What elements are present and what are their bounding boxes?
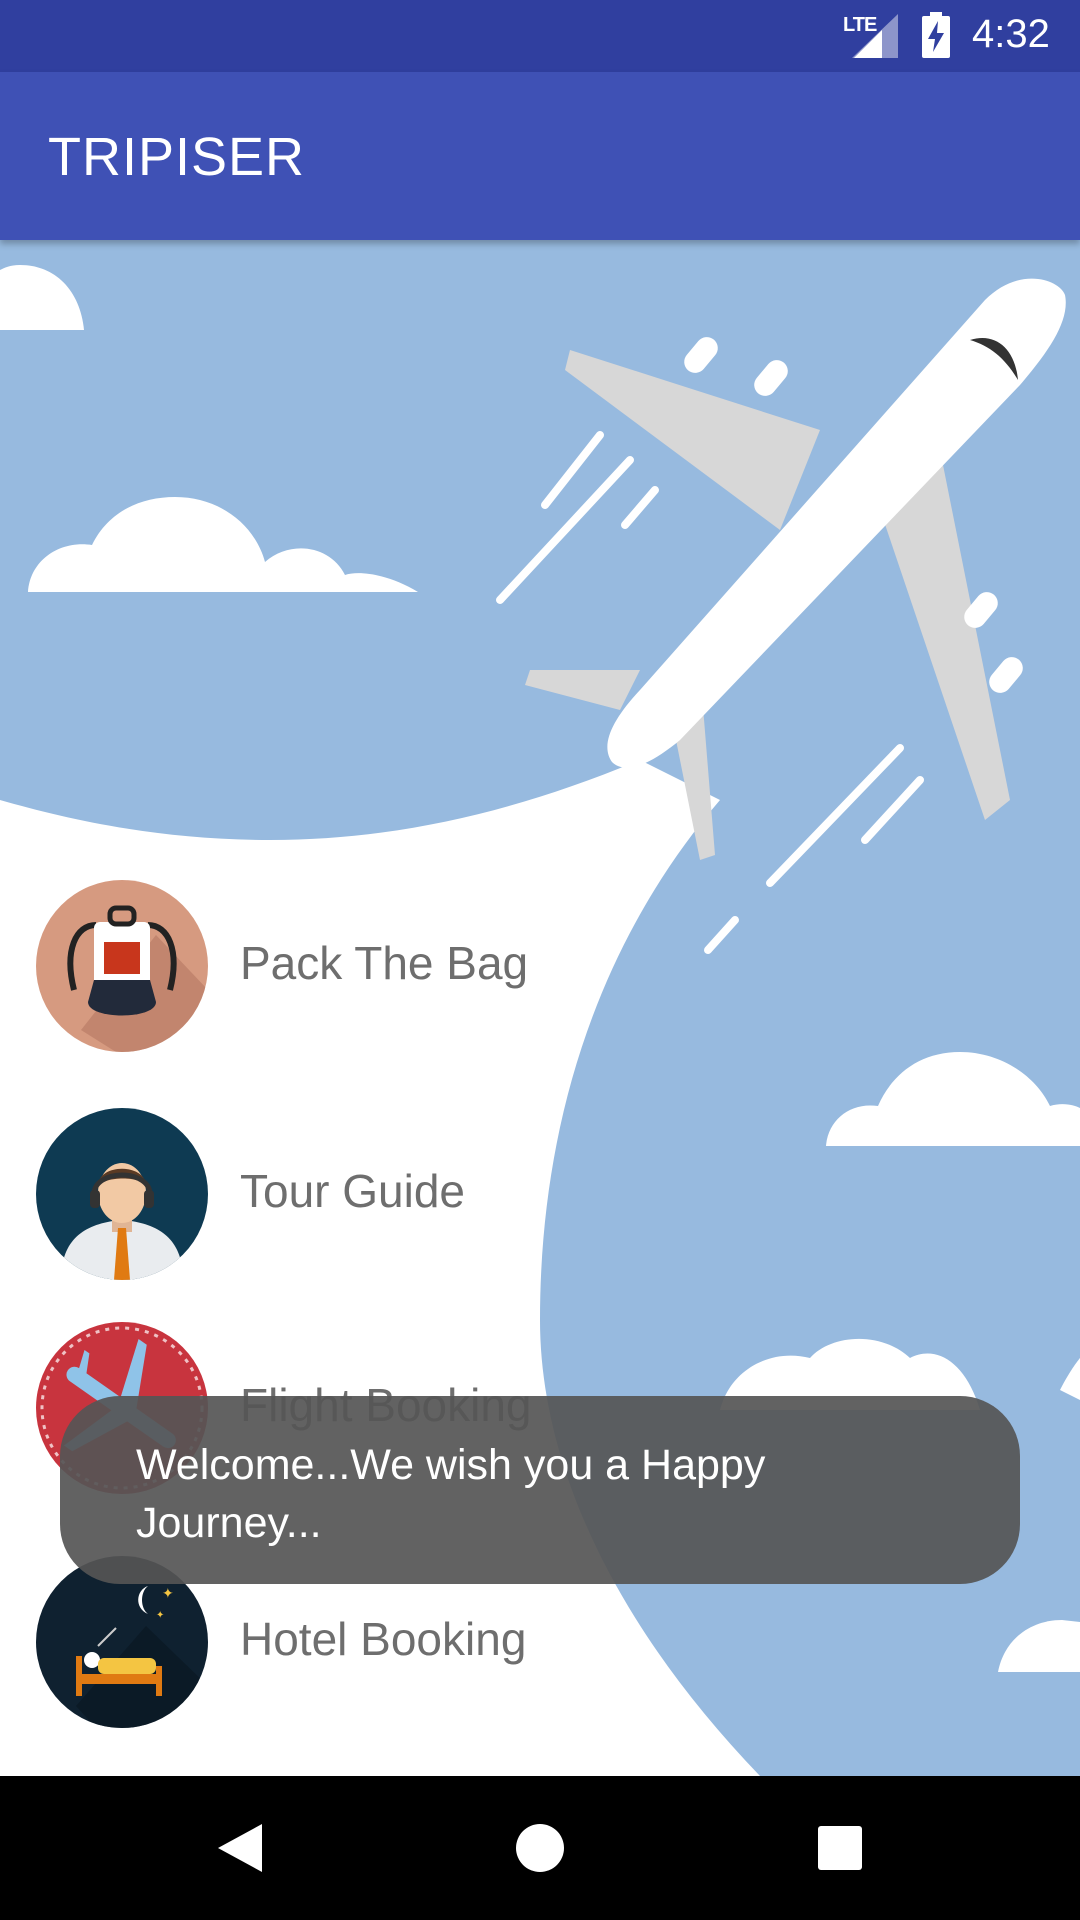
status-bar: LTE 4:32 xyxy=(0,0,1080,72)
toast-message: Welcome...We wish you a Happy Journey... xyxy=(136,1441,766,1547)
menu-item-label: Tour Guide xyxy=(240,1165,466,1217)
svg-text:✦: ✦ xyxy=(162,1586,174,1602)
recents-button[interactable] xyxy=(800,1808,880,1888)
menu-item-tour-guide[interactable]: Tour Guide xyxy=(36,1108,736,1284)
svg-text:✦: ✦ xyxy=(156,1610,164,1621)
app-bar: TRIPISER xyxy=(0,72,1080,240)
signal-icon xyxy=(852,14,898,58)
back-icon xyxy=(218,1824,262,1872)
back-button[interactable] xyxy=(200,1808,280,1888)
menu-item-label: Hotel Booking xyxy=(240,1613,527,1665)
app-title: TRIPISER xyxy=(48,127,306,187)
navigation-bar xyxy=(0,1776,1080,1920)
menu-item-label: Pack The Bag xyxy=(240,937,529,989)
backpack-icon xyxy=(36,880,208,1052)
home-button[interactable] xyxy=(500,1808,580,1888)
screen: LTE 4:32 TRIPISER Pack The Bag Tour Guid… xyxy=(0,0,1080,1920)
menu-item-pack-the-bag[interactable]: Pack The Bag xyxy=(36,880,736,1056)
clock: 4:32 xyxy=(972,12,1050,56)
tour-guide-avatar-icon xyxy=(36,1108,208,1280)
home-icon xyxy=(516,1824,564,1872)
battery-charging-icon xyxy=(922,12,950,58)
recents-icon xyxy=(818,1826,862,1870)
welcome-toast: Welcome...We wish you a Happy Journey... xyxy=(60,1396,1020,1584)
